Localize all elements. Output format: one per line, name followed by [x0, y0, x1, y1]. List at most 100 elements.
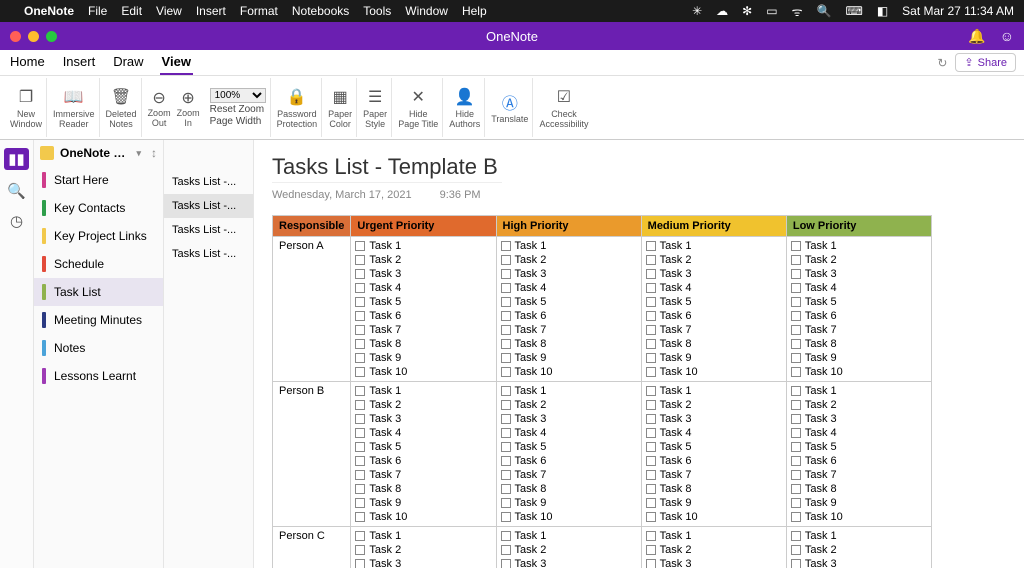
task-label[interactable]: Task 9 — [805, 496, 837, 510]
task-checkbox[interactable] — [791, 531, 801, 541]
task-label[interactable]: Task 4 — [515, 281, 547, 295]
minimize-window-button[interactable] — [28, 31, 39, 42]
page-width-button[interactable]: Page Width — [210, 116, 262, 127]
sort-icon[interactable]: ↕ — [151, 146, 157, 160]
task-label[interactable]: Task 8 — [515, 337, 547, 351]
task-label[interactable]: Task 1 — [805, 239, 837, 253]
status-icon[interactable]: ✻ — [742, 4, 752, 18]
task-checkbox[interactable] — [501, 353, 511, 363]
section-item[interactable]: Key Contacts — [34, 194, 163, 222]
task-checkbox[interactable] — [646, 400, 656, 410]
task-label[interactable]: Task 4 — [805, 426, 837, 440]
task-label[interactable]: Task 1 — [660, 529, 692, 543]
recent-icon[interactable]: ◷ — [10, 212, 23, 230]
task-checkbox[interactable] — [791, 498, 801, 508]
task-checkbox[interactable] — [646, 311, 656, 321]
task-checkbox[interactable] — [355, 400, 365, 410]
task-checkbox[interactable] — [355, 559, 365, 568]
bell-icon[interactable]: 🔔 — [968, 28, 985, 45]
reset-zoom-button[interactable]: Reset Zoom — [210, 104, 264, 115]
task-checkbox[interactable] — [355, 414, 365, 424]
task-checkbox[interactable] — [501, 283, 511, 293]
status-icon[interactable]: ✳︎ — [692, 4, 702, 18]
password-protection-button[interactable]: 🔒Password Protection — [273, 78, 323, 137]
task-label[interactable]: Task 9 — [369, 351, 401, 365]
task-label[interactable]: Task 3 — [515, 412, 547, 426]
task-checkbox[interactable] — [501, 545, 511, 555]
task-label[interactable]: Task 5 — [660, 440, 692, 454]
task-label[interactable]: Task 8 — [369, 482, 401, 496]
task-checkbox[interactable] — [355, 353, 365, 363]
task-label[interactable]: Task 2 — [805, 543, 837, 557]
task-label[interactable]: Task 5 — [515, 440, 547, 454]
task-label[interactable]: Task 2 — [369, 253, 401, 267]
task-label[interactable]: Task 8 — [515, 482, 547, 496]
task-checkbox[interactable] — [355, 428, 365, 438]
task-checkbox[interactable] — [501, 339, 511, 349]
task-checkbox[interactable] — [791, 428, 801, 438]
task-checkbox[interactable] — [791, 414, 801, 424]
task-label[interactable]: Task 10 — [515, 365, 553, 379]
task-label[interactable]: Task 9 — [805, 351, 837, 365]
task-checkbox[interactable] — [791, 386, 801, 396]
task-label[interactable]: Task 1 — [660, 384, 692, 398]
task-label[interactable]: Task 2 — [805, 253, 837, 267]
task-label[interactable]: Task 1 — [369, 384, 401, 398]
mac-menu-tools[interactable]: Tools — [363, 4, 391, 18]
task-label[interactable]: Task 3 — [515, 557, 547, 568]
task-label[interactable]: Task 8 — [369, 337, 401, 351]
task-label[interactable]: Task 3 — [369, 267, 401, 281]
task-label[interactable]: Task 2 — [369, 543, 401, 557]
task-label[interactable]: Task 1 — [369, 239, 401, 253]
hide-page-title-button[interactable]: ✕Hide Page Title — [394, 78, 443, 137]
status-icon[interactable]: 🔍 — [817, 4, 832, 18]
sync-icon[interactable]: ↻ — [937, 56, 947, 70]
maximize-window-button[interactable] — [46, 31, 57, 42]
section-item[interactable]: Notes — [34, 334, 163, 362]
task-checkbox[interactable] — [501, 241, 511, 251]
close-window-button[interactable] — [10, 31, 21, 42]
task-checkbox[interactable] — [791, 339, 801, 349]
task-label[interactable]: Task 9 — [660, 351, 692, 365]
deleted-notes-button[interactable]: 🗑Deleted Notes — [102, 78, 142, 137]
task-checkbox[interactable] — [501, 269, 511, 279]
task-label[interactable]: Task 4 — [369, 281, 401, 295]
share-button[interactable]: ⇪ Share — [955, 53, 1016, 72]
section-item[interactable]: Key Project Links — [34, 222, 163, 250]
hide-authors-button[interactable]: 👤Hide Authors — [445, 78, 485, 137]
task-label[interactable]: Task 3 — [805, 557, 837, 568]
task-label[interactable]: Task 8 — [660, 482, 692, 496]
task-label[interactable]: Task 4 — [369, 426, 401, 440]
task-checkbox[interactable] — [355, 297, 365, 307]
task-label[interactable]: Task 3 — [369, 557, 401, 568]
task-label[interactable]: Task 9 — [515, 496, 547, 510]
task-checkbox[interactable] — [791, 456, 801, 466]
task-label[interactable]: Task 9 — [660, 496, 692, 510]
task-checkbox[interactable] — [501, 386, 511, 396]
notebook-icon[interactable]: ▮▮ — [4, 148, 29, 170]
page-item[interactable]: Tasks List -... — [164, 242, 253, 266]
task-label[interactable]: Task 7 — [805, 468, 837, 482]
translate-button[interactable]: ⒶTranslate — [487, 78, 533, 137]
task-checkbox[interactable] — [646, 241, 656, 251]
task-checkbox[interactable] — [646, 512, 656, 522]
section-item[interactable]: Lessons Learnt — [34, 362, 163, 390]
task-label[interactable]: Task 3 — [369, 412, 401, 426]
task-label[interactable]: Task 7 — [805, 323, 837, 337]
task-label[interactable]: Task 6 — [515, 454, 547, 468]
task-label[interactable]: Task 7 — [515, 468, 547, 482]
status-icon[interactable]: ◧ — [877, 4, 888, 18]
task-checkbox[interactable] — [646, 456, 656, 466]
notebook-selector[interactable]: OneNote Template for Pr… ▾ ↕ — [34, 140, 163, 166]
task-label[interactable]: Task 3 — [660, 267, 692, 281]
task-checkbox[interactable] — [646, 531, 656, 541]
task-label[interactable]: Task 10 — [369, 510, 407, 524]
task-checkbox[interactable] — [646, 498, 656, 508]
task-checkbox[interactable] — [501, 456, 511, 466]
task-label[interactable]: Task 5 — [805, 295, 837, 309]
task-checkbox[interactable] — [646, 470, 656, 480]
task-label[interactable]: Task 4 — [515, 426, 547, 440]
task-checkbox[interactable] — [791, 283, 801, 293]
task-checkbox[interactable] — [646, 283, 656, 293]
task-checkbox[interactable] — [791, 559, 801, 568]
